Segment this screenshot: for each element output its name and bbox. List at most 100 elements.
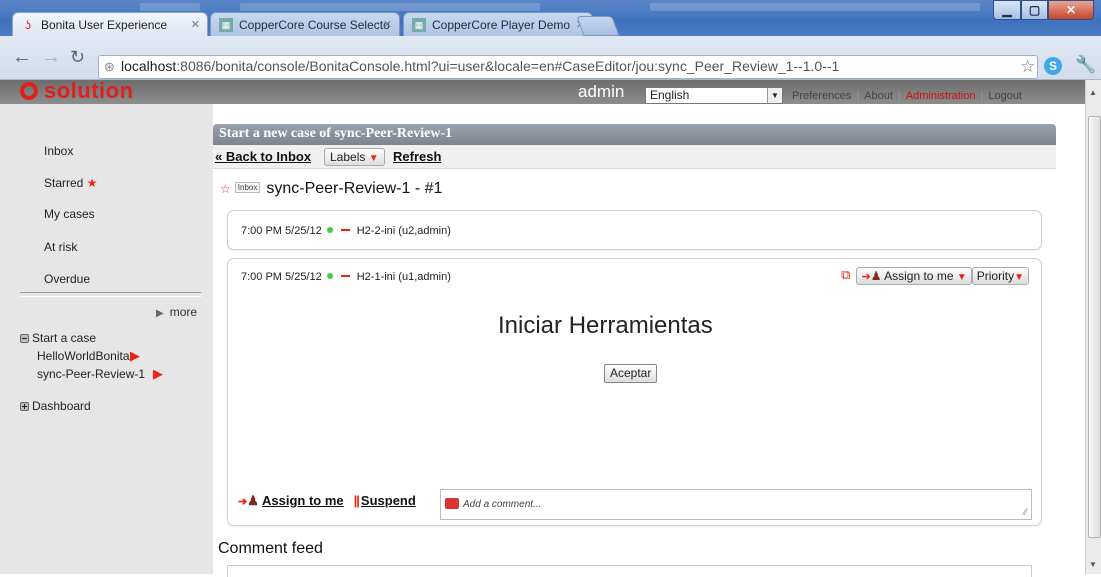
minimize-button[interactable]: ▁ [993,0,1021,20]
browser-tab-bonita[interactable]: ʖ Bonita User Experience ✕ [12,12,208,36]
case-title: sync-Peer-Review-1 - #1 [266,180,443,197]
scroll-down-icon[interactable]: ▼ [1089,560,1097,569]
user-icon: ♟ [870,269,882,283]
titlebar-blur [140,3,200,11]
process-label: sync-Peer-Review-1 [37,367,146,381]
browser-tabstrip: ʖ Bonita User Experience ✕ ▦ CopperCore … [0,0,1101,36]
more-toggle[interactable]: ▶ more [156,305,197,319]
page-info-icon[interactable]: ⊛ [104,59,115,75]
back-arrow-icon[interactable]: ← [12,46,32,69]
step-time: 7:00 PM 5/25/12 [241,225,322,237]
status-dot-icon [326,273,333,279]
url-path: :8086/bonita/console/BonitaConsole.html?… [176,58,840,74]
titlebar-blur [650,3,980,11]
accept-button[interactable]: Aceptar [604,364,658,383]
comment-input[interactable]: Add a comment... ⁄⁄ [440,489,1032,520]
browser-tab-coppercore-selector[interactable]: ▦ CopperCore Course Selecto ✕ [210,12,400,36]
more-label: more [169,305,198,319]
comment-feed-box [227,565,1032,577]
step-tools: ⧉ ➔♟ Assign to me ▼ Priority▼ [841,267,1029,285]
resize-grip-icon[interactable]: ⁄⁄ [1024,507,1027,517]
star-outline-icon[interactable]: ☆ [220,182,231,196]
tab-label: CopperCore Player Demo [432,18,571,32]
priority-dash-icon [340,229,350,231]
dashboard-node[interactable]: Dashboard [20,399,91,413]
refresh-link[interactable]: Refresh [393,149,441,164]
process-item-sync-peer-review[interactable]: sync-Peer-Review-1 [37,367,145,381]
case-panel-header: Start a new case of sync-Peer-Review-1 [213,124,1056,145]
inbox-badge: Inbox [234,182,261,193]
logout-link[interactable]: Logout [988,90,1022,102]
scrollbar-thumb[interactable] [1088,116,1101,538]
step-card-expanded: 7:00 PM 5/25/12 H2-1-ini (u1,admin) ⧉ ➔♟ A… [227,258,1042,526]
step-meta: 7:00 PM 5/25/12 H2-2-ini (u2,admin) [241,225,451,237]
expand-icon[interactable] [20,402,29,411]
step-card[interactable]: 7:00 PM 5/25/12 H2-2-ini (u2,admin) [227,210,1042,250]
assign-label: Assign to me [884,269,954,283]
wrench-icon[interactable]: 🔧 [1075,55,1096,75]
case-toolbar: « Back to Inbox Labels ▼ Refresh [213,145,1056,169]
close-icon[interactable]: ✕ [383,18,392,31]
comment-placeholder: Add a comment... [463,499,542,510]
priority-dash-icon [340,275,350,277]
page-favicon-icon: ▦ [412,18,426,32]
collapse-icon[interactable] [20,334,29,343]
labels-button[interactable]: Labels ▼ [324,148,385,166]
titlebar-blur [240,3,540,11]
sidebar-item-starred[interactable]: Starred ★ [44,176,97,190]
logo-mark-icon [20,82,38,100]
priority-button[interactable]: Priority▼ [971,267,1029,285]
bonita-favicon-icon: ʖ [25,18,31,32]
chevron-down-icon: ▼ [956,272,967,283]
vertical-scrollbar[interactable]: ▲ ▼ [1085,80,1101,574]
sidebar-item-my-cases[interactable]: My cases [44,207,95,221]
assign-to-me-button[interactable]: ➔♟ Assign to me ▼ [856,267,972,285]
step-meta: 7:00 PM 5/25/12 H2-1-ini (u1,admin) [241,271,451,283]
scroll-up-icon[interactable]: ▲ [1089,88,1097,97]
new-tab-button[interactable] [576,16,620,36]
browser-tab-coppercore-player[interactable]: ▦ CopperCore Player Demo ✕ [403,12,593,36]
start-process-arrow-icon[interactable]: ▶ [153,366,163,382]
back-to-inbox-link[interactable]: « Back to Inbox [215,149,311,164]
reload-icon[interactable]: ↻ [70,47,85,68]
chevron-down-icon: ▼ [368,153,379,164]
preferences-link[interactable]: Preferences [792,90,851,102]
user-icon: ♟ [247,493,259,508]
language-value: English [650,88,690,102]
administration-link[interactable]: Administration [906,90,976,102]
start-case-node[interactable]: Start a case [20,331,96,345]
comment-icon [445,498,459,509]
start-process-arrow-icon[interactable]: ▶ [130,348,140,364]
suspend-link[interactable]: Suspend [361,493,416,508]
link-separator: | [980,90,984,102]
close-icon[interactable]: ✕ [191,18,200,31]
step-name: H2-2-ini (u2,admin) [356,225,451,237]
chevron-down-icon: ▼ [767,88,782,103]
tab-label: CopperCore Course Selecto [239,18,390,32]
current-user: admin [578,82,625,101]
about-link[interactable]: About [864,90,893,102]
sidebar-divider [20,292,201,297]
forward-arrow-icon[interactable]: → [41,46,61,69]
url-host: localhost [121,58,177,74]
maximize-button[interactable]: ▢ [1021,0,1048,20]
star-icon: ★ [86,176,98,190]
bookmark-star-icon[interactable]: ☆ [1020,57,1035,77]
language-select[interactable]: English ▼ [645,87,783,104]
assign-arrow-icon: ➔ [861,271,871,283]
popout-icon[interactable]: ⧉ [841,267,850,282]
close-window-button[interactable]: ✕ [1048,0,1094,20]
header-links: Preferences | About | Administration | Logout [792,90,1022,102]
step-time: 7:00 PM 5/25/12 [241,271,322,283]
sidebar-item-inbox[interactable]: Inbox [44,144,73,158]
step-name: H2-1-ini (u1,admin) [356,271,451,283]
link-separator: | [897,90,901,102]
sidebar-item-overdue[interactable]: Overdue [44,272,90,286]
comment-feed-title: Comment feed [218,540,323,557]
sidebar-item-at-risk[interactable]: At risk [44,240,77,254]
skype-extension-icon[interactable]: S [1044,57,1062,75]
address-bar[interactable]: ⊛ localhost:8086/bonita/console/BonitaCo… [98,55,1038,79]
labels-label: Labels [330,150,366,164]
assign-to-me-link[interactable]: Assign to me [262,493,344,508]
assign-arrow-icon: ➔ [238,496,248,508]
